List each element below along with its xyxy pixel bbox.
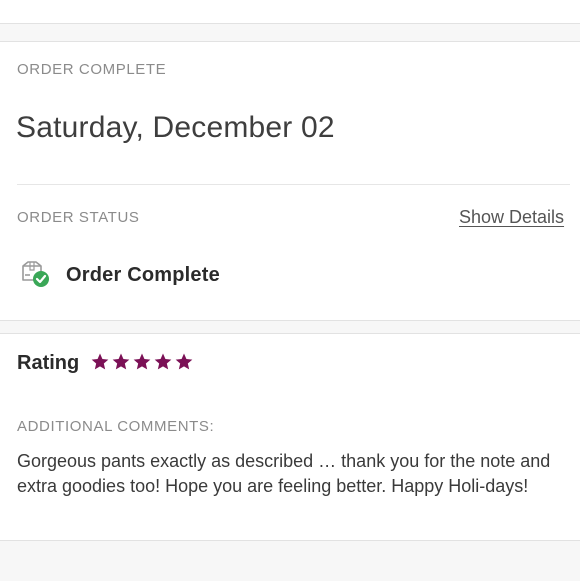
show-details-link[interactable]: Show Details — [459, 207, 564, 228]
order-status-value: Order Complete — [66, 264, 220, 286]
top-band — [0, 0, 580, 24]
star-icon — [133, 353, 151, 370]
additional-comments-label: ADDITIONAL COMMENTS: — [17, 418, 215, 435]
package-check-icon — [19, 260, 51, 290]
rating-stars — [90, 352, 194, 372]
star-icon — [175, 353, 193, 370]
divider — [17, 184, 570, 185]
star-icon — [154, 353, 172, 370]
star-icon — [112, 353, 130, 370]
bottom-separator — [0, 540, 580, 581]
order-complete-label: ORDER COMPLETE — [17, 61, 167, 78]
rating-label: Rating — [17, 352, 80, 374]
comment-text: Gorgeous pants exactly as described … th… — [17, 451, 551, 496]
order-date: Saturday, December 02 — [16, 111, 335, 144]
top-separator — [0, 24, 580, 42]
section-separator — [0, 320, 580, 334]
star-icon — [91, 353, 109, 370]
order-status-label: ORDER STATUS — [17, 209, 140, 226]
